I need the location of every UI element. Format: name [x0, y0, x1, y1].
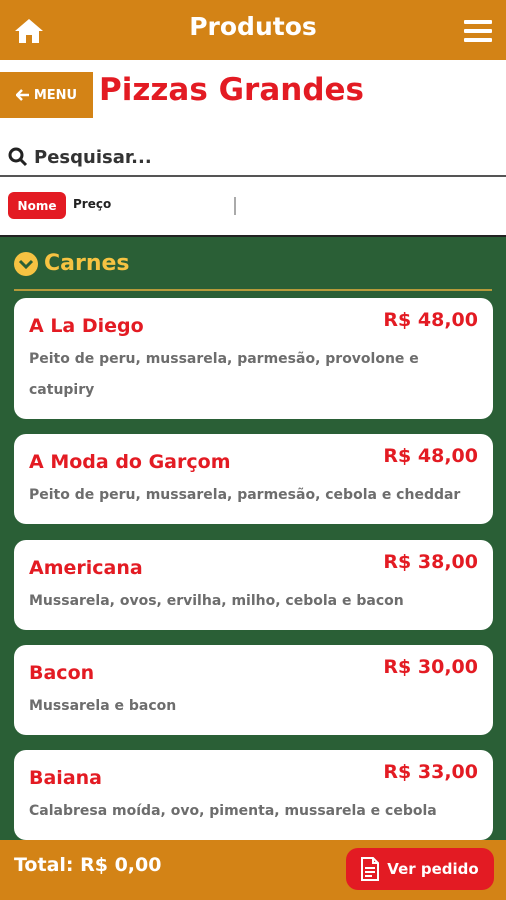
search-bar: [8, 140, 498, 174]
search-input[interactable]: [34, 146, 494, 168]
sort-by-name-button[interactable]: Nome: [8, 192, 66, 219]
category-header[interactable]: Carnes: [14, 251, 130, 276]
page-title: Pizzas Grandes: [99, 72, 364, 108]
back-menu-button[interactable]: MENU: [0, 72, 93, 118]
order-total: Total: R$ 0,00: [14, 854, 162, 876]
app-header: Produtos: [0, 0, 506, 60]
product-card[interactable]: Americana R$ 38,00 Mussarela, ovos, ervi…: [14, 540, 493, 630]
product-price: R$ 48,00: [383, 309, 478, 331]
divider: [14, 289, 492, 291]
product-price: R$ 33,00: [383, 761, 478, 783]
product-price: R$ 38,00: [383, 551, 478, 573]
product-card[interactable]: Baiana R$ 33,00 Calabresa moída, ovo, pi…: [14, 750, 493, 840]
product-name: Baiana: [29, 767, 102, 789]
product-name: Americana: [29, 557, 143, 579]
view-order-label: Ver pedido: [387, 860, 479, 878]
divider: [234, 197, 236, 215]
category-label: Carnes: [44, 251, 130, 276]
divider: [0, 235, 506, 237]
divider: [0, 175, 506, 177]
product-price: R$ 30,00: [383, 656, 478, 678]
hamburger-icon[interactable]: [464, 20, 492, 42]
view-order-button[interactable]: Ver pedido: [346, 848, 494, 890]
sort-by-price-button[interactable]: Preço: [73, 197, 111, 211]
back-menu-label: MENU: [33, 87, 78, 103]
product-card[interactable]: Bacon R$ 30,00 Mussarela e bacon: [14, 645, 493, 735]
product-description: Mussarela, ovos, ervilha, milho, cebola …: [29, 593, 404, 609]
product-description: Peito de peru, mussarela, parmesão, cebo…: [29, 487, 461, 503]
search-icon: [8, 147, 28, 167]
footer-bar: Total: R$ 0,00 Ver pedido: [0, 840, 506, 900]
product-price: R$ 48,00: [383, 445, 478, 467]
product-name: A La Diego: [29, 315, 144, 337]
chevron-down-icon: [14, 251, 38, 276]
product-description: Peito de peru, mussarela, parmesão, prov…: [29, 351, 419, 398]
product-card[interactable]: A La Diego R$ 48,00 Peito de peru, mussa…: [14, 298, 493, 419]
product-description: Calabresa moída, ovo, pimenta, mussarela…: [29, 803, 437, 819]
product-description: Mussarela e bacon: [29, 698, 177, 714]
product-card[interactable]: A Moda do Garçom R$ 48,00 Peito de peru,…: [14, 434, 493, 524]
product-name: A Moda do Garçom: [29, 451, 231, 473]
product-name: Bacon: [29, 662, 95, 684]
document-icon: [361, 857, 380, 881]
header-title: Produtos: [189, 12, 317, 41]
arrow-left-icon: [15, 89, 29, 101]
